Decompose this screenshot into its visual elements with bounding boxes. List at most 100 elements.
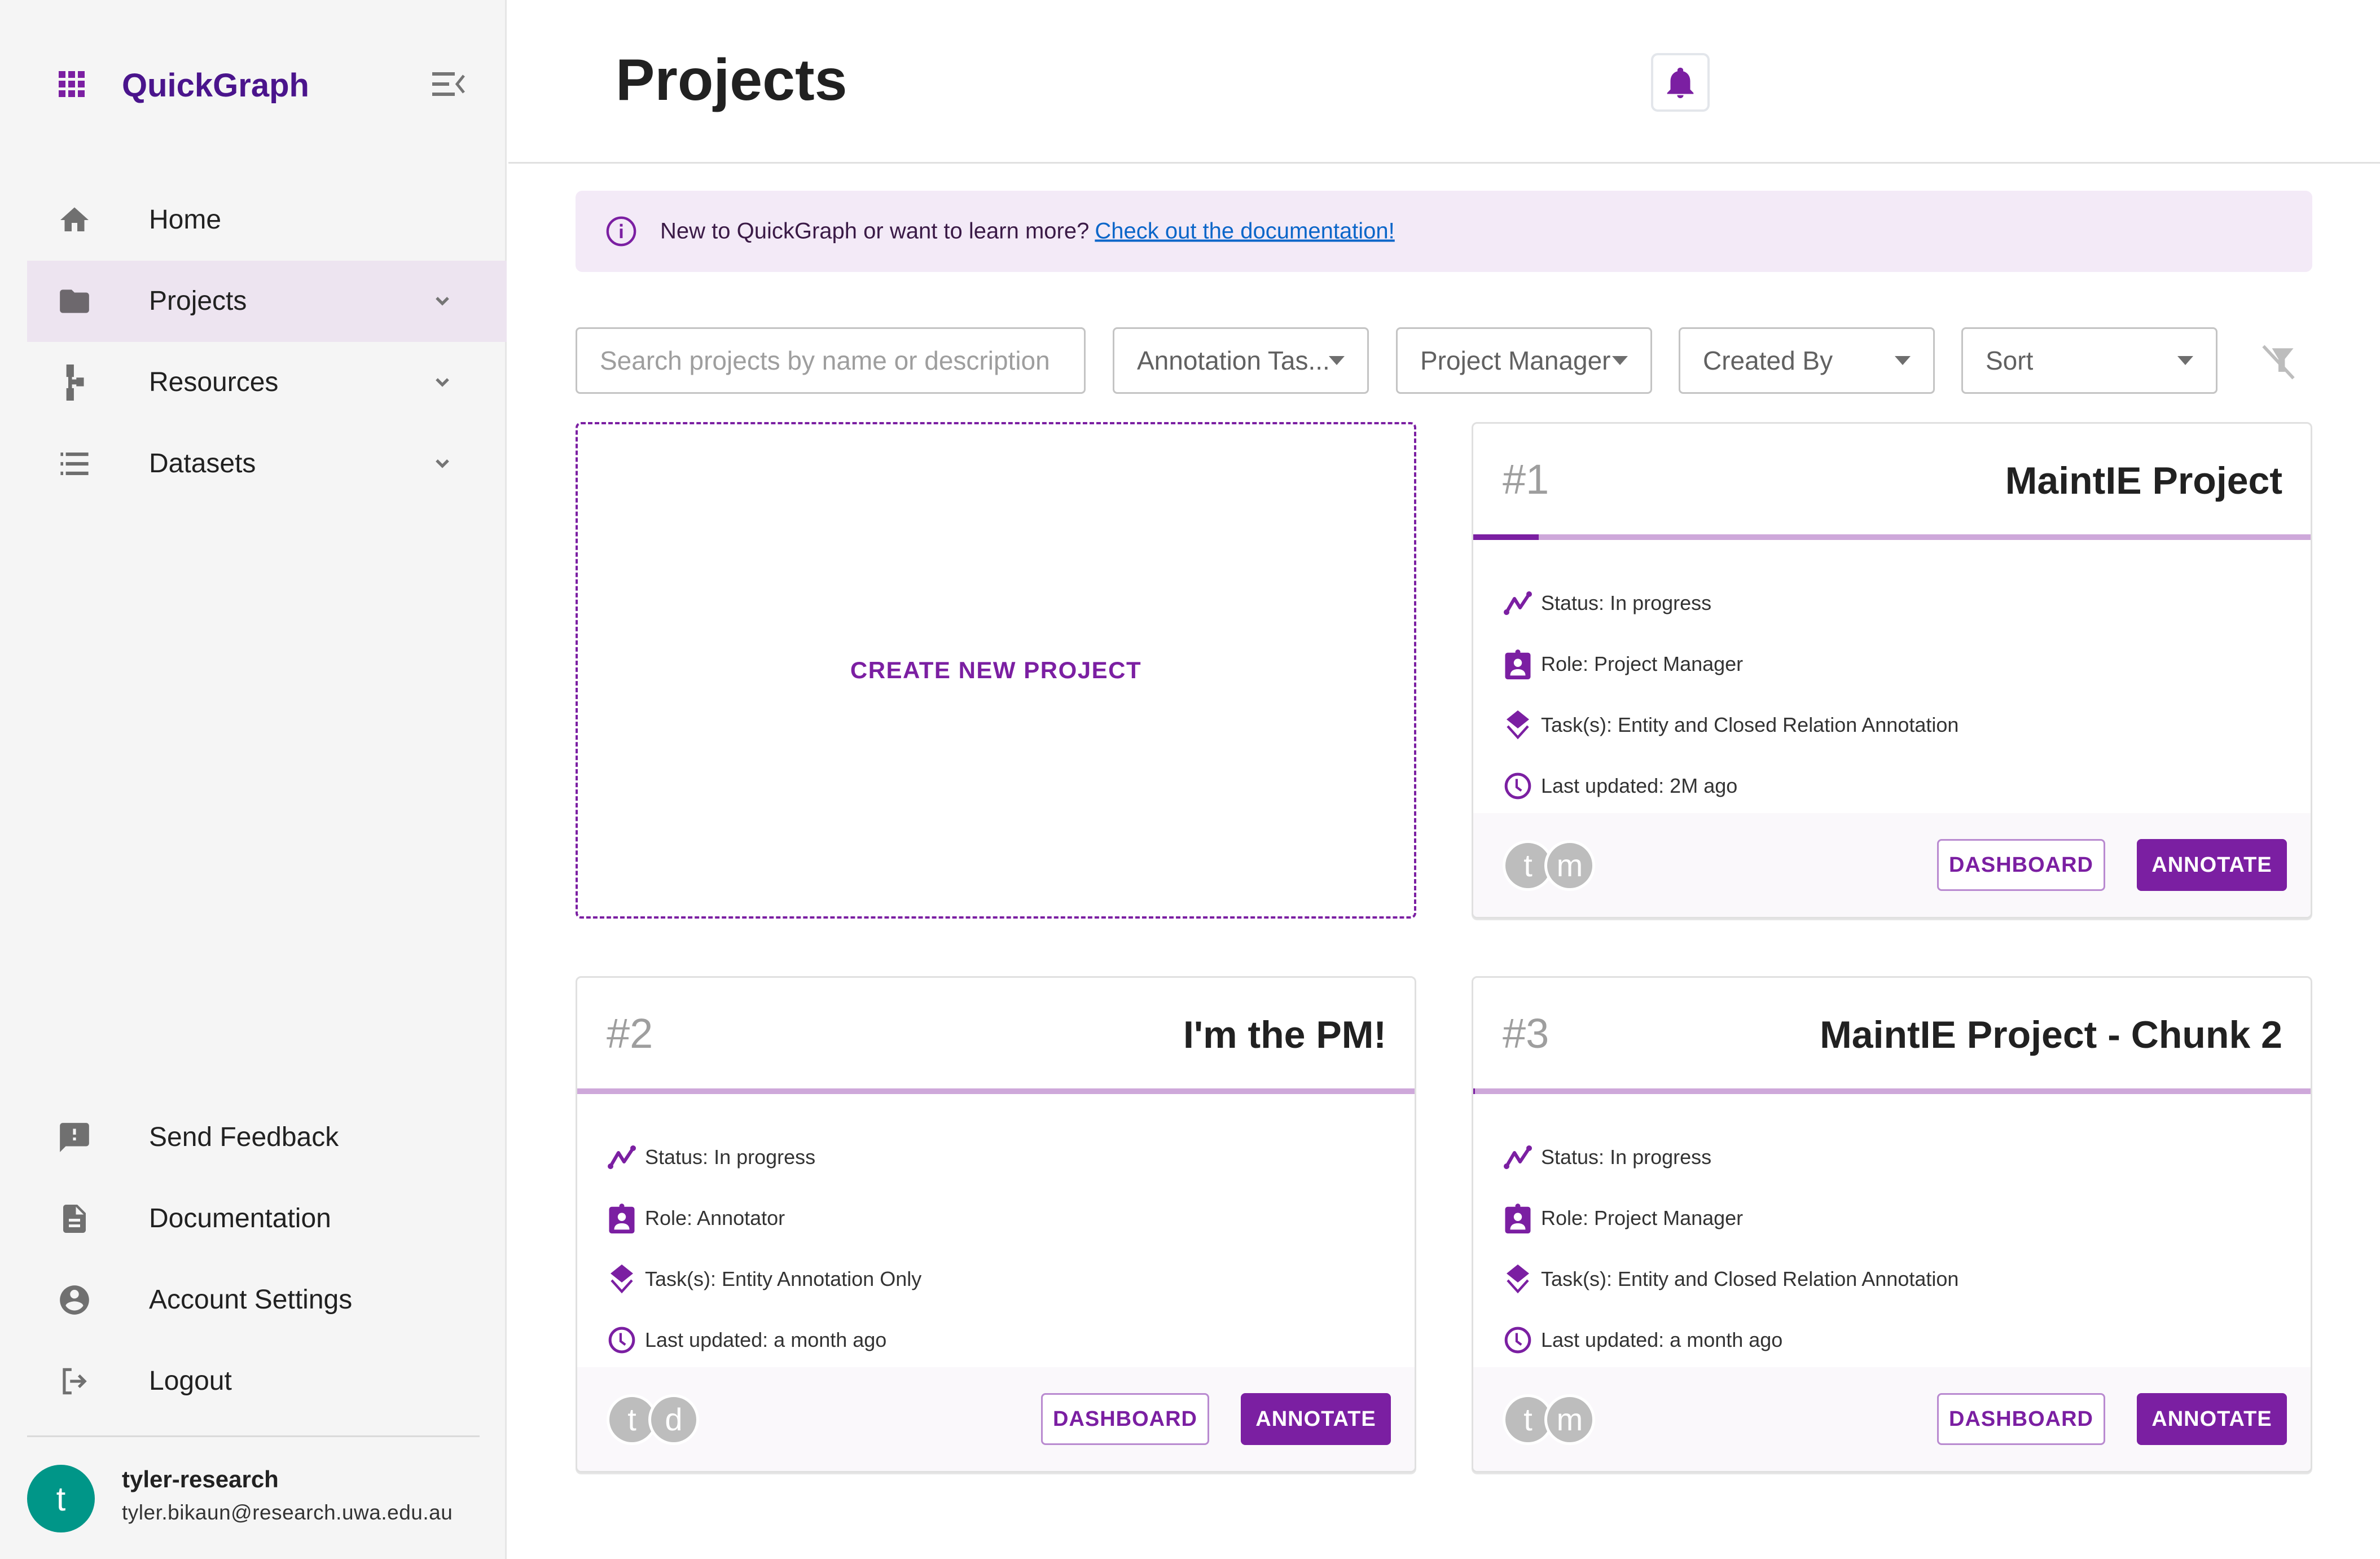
user-profile[interactable]: t tyler-research tyler.bikaun@research.u… <box>27 1457 490 1532</box>
tasks-row: Task(s): Entity and Closed Relation Anno… <box>1503 695 2281 756</box>
sidebar-item-label: Projects <box>149 286 247 316</box>
project-card-header: #3 MaintIE Project - Chunk 2 <box>1473 978 2311 1088</box>
progress-bar <box>1473 1088 2311 1094</box>
search-field[interactable] <box>576 327 1086 394</box>
annotate-button[interactable]: ANNOTATE <box>1241 1393 1391 1445</box>
banner-text: New to QuickGraph or want to learn more?… <box>660 219 1395 244</box>
project-card: #2 I'm the PM! Status: In progress Role:… <box>576 976 1416 1473</box>
project-title[interactable]: MaintIE Project <box>2005 455 2282 506</box>
project-title[interactable]: MaintIE Project - Chunk 2 <box>1820 1009 2282 1060</box>
sort-select[interactable]: Sort <box>1961 327 2217 394</box>
project-card-footer: tm DASHBOARD ANNOTATE <box>1473 813 2311 917</box>
annotate-button[interactable]: ANNOTATE <box>2137 839 2287 891</box>
sidebar-item-label: Home <box>149 205 222 235</box>
sidebar-item-label: Account Settings <box>149 1285 353 1315</box>
last-updated-row: Last updated: 2M ago <box>1503 756 2281 816</box>
filter-bar: Annotation Tas... Project Manager Create… <box>576 327 2325 394</box>
tasks-row: Task(s): Entity Annotation Only <box>607 1249 1385 1310</box>
dropdown-arrow-icon <box>2177 356 2193 365</box>
role-text: Role: Annotator <box>645 1206 785 1229</box>
status-text: Status: In progress <box>1541 1145 1712 1169</box>
role-row: Role: Project Manager <box>1503 1188 2281 1249</box>
sidebar-item-account-settings[interactable]: Account Settings <box>27 1259 507 1341</box>
username: tyler-research <box>122 1466 279 1492</box>
sidebar-item-resources[interactable]: Resources <box>27 342 507 423</box>
project-number: #3 <box>1503 1010 1549 1057</box>
page-header: Projects <box>508 0 2380 164</box>
collapse-sidebar-button[interactable] <box>432 70 466 98</box>
last-updated-text: Last updated: a month ago <box>1541 1328 1783 1351</box>
filter-off-icon <box>2262 345 2295 380</box>
last-updated-text: Last updated: a month ago <box>645 1328 887 1351</box>
brand-title: QuickGraph <box>122 67 309 104</box>
project-card: #1 MaintIE Project Status: In progress R… <box>1472 422 2312 919</box>
documentation-link[interactable]: Check out the documentation! <box>1095 219 1394 244</box>
dropdown-arrow-icon <box>1895 356 1911 365</box>
member-avatar: m <box>1544 840 1595 891</box>
tasks-text: Task(s): Entity and Closed Relation Anno… <box>1541 713 1959 736</box>
folder-icon <box>56 283 93 319</box>
progress-bar <box>1473 534 2311 540</box>
created-by-select[interactable]: Created By <box>1679 327 1935 394</box>
logout-icon <box>56 1363 93 1399</box>
search-input[interactable] <box>600 345 1084 376</box>
brand[interactable]: QuickGraph <box>59 68 309 103</box>
timeline-icon <box>1503 1142 1533 1172</box>
create-new-project-card[interactable]: CREATE NEW PROJECT <box>576 422 1416 919</box>
clock-icon <box>1503 1325 1533 1355</box>
dropdown-arrow-icon <box>1612 356 1628 365</box>
sidebar-item-send-feedback[interactable]: Send Feedback <box>27 1097 507 1178</box>
annotate-button[interactable]: ANNOTATE <box>2137 1393 2287 1445</box>
project-manager-select[interactable]: Project Manager <box>1396 327 1652 394</box>
sidebar-bottom-nav: Send Feedback Documentation Account Sett… <box>27 1097 507 1422</box>
project-details: Status: In progress Role: Project Manage… <box>1503 1127 2281 1371</box>
notifications-button[interactable] <box>1651 53 1710 112</box>
home-icon <box>56 202 93 238</box>
annotation-task-select[interactable]: Annotation Tas... <box>1113 327 1369 394</box>
sidebar-item-logout[interactable]: Logout <box>27 1341 507 1422</box>
sidebar-item-home[interactable]: Home <box>27 179 507 261</box>
project-manager-label: Project Manager <box>1420 346 1611 375</box>
account-circle-icon <box>56 1282 93 1318</box>
dashboard-button[interactable]: DASHBOARD <box>1937 839 2105 891</box>
account-tree-icon <box>56 365 93 401</box>
sidebar-divider <box>27 1435 480 1437</box>
project-card-footer: td DASHBOARD ANNOTATE <box>577 1367 1415 1471</box>
role-row: Role: Project Manager <box>1503 634 2281 695</box>
apps-grid-icon <box>59 71 88 98</box>
status-row: Status: In progress <box>607 1127 1385 1188</box>
status-row: Status: In progress <box>1503 1127 2281 1188</box>
project-title[interactable]: I'm the PM! <box>1183 1009 1386 1060</box>
page-title: Projects <box>616 47 848 113</box>
sidebar-item-datasets[interactable]: Datasets <box>27 423 507 504</box>
progress-bar-fill <box>1473 1088 1475 1094</box>
member-avatar: d <box>648 1394 699 1445</box>
info-banner: New to QuickGraph or want to learn more?… <box>576 191 2312 272</box>
project-card-footer: tm DASHBOARD ANNOTATE <box>1473 1367 2311 1471</box>
project-number: #2 <box>607 1010 653 1057</box>
clock-icon <box>607 1325 637 1355</box>
dashboard-button[interactable]: DASHBOARD <box>1041 1393 1209 1445</box>
sidebar-item-documentation[interactable]: Documentation <box>27 1178 507 1259</box>
sidebar-item-label: Documentation <box>149 1204 331 1233</box>
info-icon <box>606 216 636 247</box>
banner-message: New to QuickGraph or want to learn more? <box>660 218 1090 244</box>
sidebar-item-projects[interactable]: Projects <box>27 261 507 342</box>
badge-icon <box>1503 1203 1533 1233</box>
sidebar-item-label: Datasets <box>149 449 256 478</box>
annotation-task-label: Annotation Tas... <box>1137 346 1328 375</box>
clear-filters-button[interactable] <box>2257 340 2300 383</box>
created-by-label: Created By <box>1703 346 1833 375</box>
list-icon <box>56 446 93 482</box>
chevron-down-icon <box>436 459 449 468</box>
project-card: #3 MaintIE Project - Chunk 2 Status: In … <box>1472 976 2312 1473</box>
tasks-text: Task(s): Entity and Closed Relation Anno… <box>1541 1267 1959 1290</box>
dashboard-button[interactable]: DASHBOARD <box>1937 1393 2105 1445</box>
chevron-down-icon <box>436 378 449 387</box>
project-card-header: #2 I'm the PM! <box>577 978 1415 1088</box>
badge-icon <box>1503 649 1533 679</box>
description-icon <box>56 1201 93 1237</box>
role-row: Role: Annotator <box>607 1188 1385 1249</box>
create-new-project-label: CREATE NEW PROJECT <box>850 657 1142 683</box>
last-updated-row: Last updated: a month ago <box>607 1310 1385 1371</box>
